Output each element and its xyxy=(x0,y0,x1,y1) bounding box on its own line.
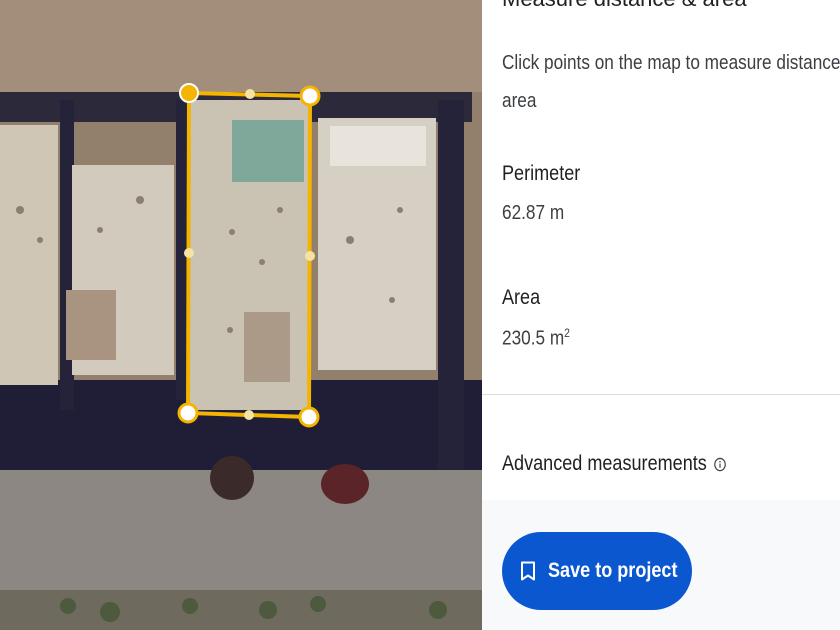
area-value-wrap: 230.5 m2 xyxy=(502,326,570,351)
measure-panel: Measure distance & area Click points on … xyxy=(482,0,840,630)
save-button-label: Save to project xyxy=(548,559,678,582)
save-to-project-button[interactable]: Save to project xyxy=(502,532,692,610)
instructions-text: Click points on the map to measure dista… xyxy=(502,44,840,120)
vertex-handle[interactable] xyxy=(177,402,199,424)
map-imagery[interactable] xyxy=(0,0,482,630)
car-1 xyxy=(210,456,254,500)
rooftop-3-annex xyxy=(244,312,290,382)
midpoint-handle[interactable] xyxy=(244,410,254,420)
satellite-map[interactable] xyxy=(0,0,482,630)
car-2 xyxy=(321,464,369,504)
shadow-wall-3 xyxy=(438,100,464,470)
rooftop-1 xyxy=(0,125,58,385)
rooftop-3-pool xyxy=(232,120,304,182)
area-unit-superscript: 2 xyxy=(564,326,570,340)
instructions-line-2: area xyxy=(502,90,537,112)
ground-top xyxy=(0,0,482,92)
section-divider xyxy=(482,394,840,395)
perimeter-label: Perimeter xyxy=(502,162,581,185)
advanced-measurements-row[interactable]: Advanced measurements xyxy=(502,452,727,476)
vertex-handle-start[interactable] xyxy=(179,83,199,103)
midpoint-handle[interactable] xyxy=(245,89,255,99)
info-icon[interactable] xyxy=(714,457,727,472)
vertex-handle[interactable] xyxy=(299,85,321,107)
area-label: Area xyxy=(502,286,541,309)
shadow-wall-1 xyxy=(60,100,74,410)
advanced-measurements-label: Advanced measurements xyxy=(502,452,707,475)
panel-title: Measure distance & area xyxy=(502,0,747,12)
vertex-handle[interactable] xyxy=(298,406,320,428)
bookmark-icon xyxy=(521,561,535,581)
perimeter-value: 62.87 m xyxy=(502,202,565,224)
area-value: 230.5 m xyxy=(502,327,565,350)
midpoint-handle[interactable] xyxy=(184,248,194,258)
rooftop-4-panel xyxy=(330,126,426,166)
midpoint-handle[interactable] xyxy=(305,251,315,261)
instructions-line-1: Click points on the map to measure dista… xyxy=(502,52,840,74)
rooftop-2-annex xyxy=(66,290,116,360)
